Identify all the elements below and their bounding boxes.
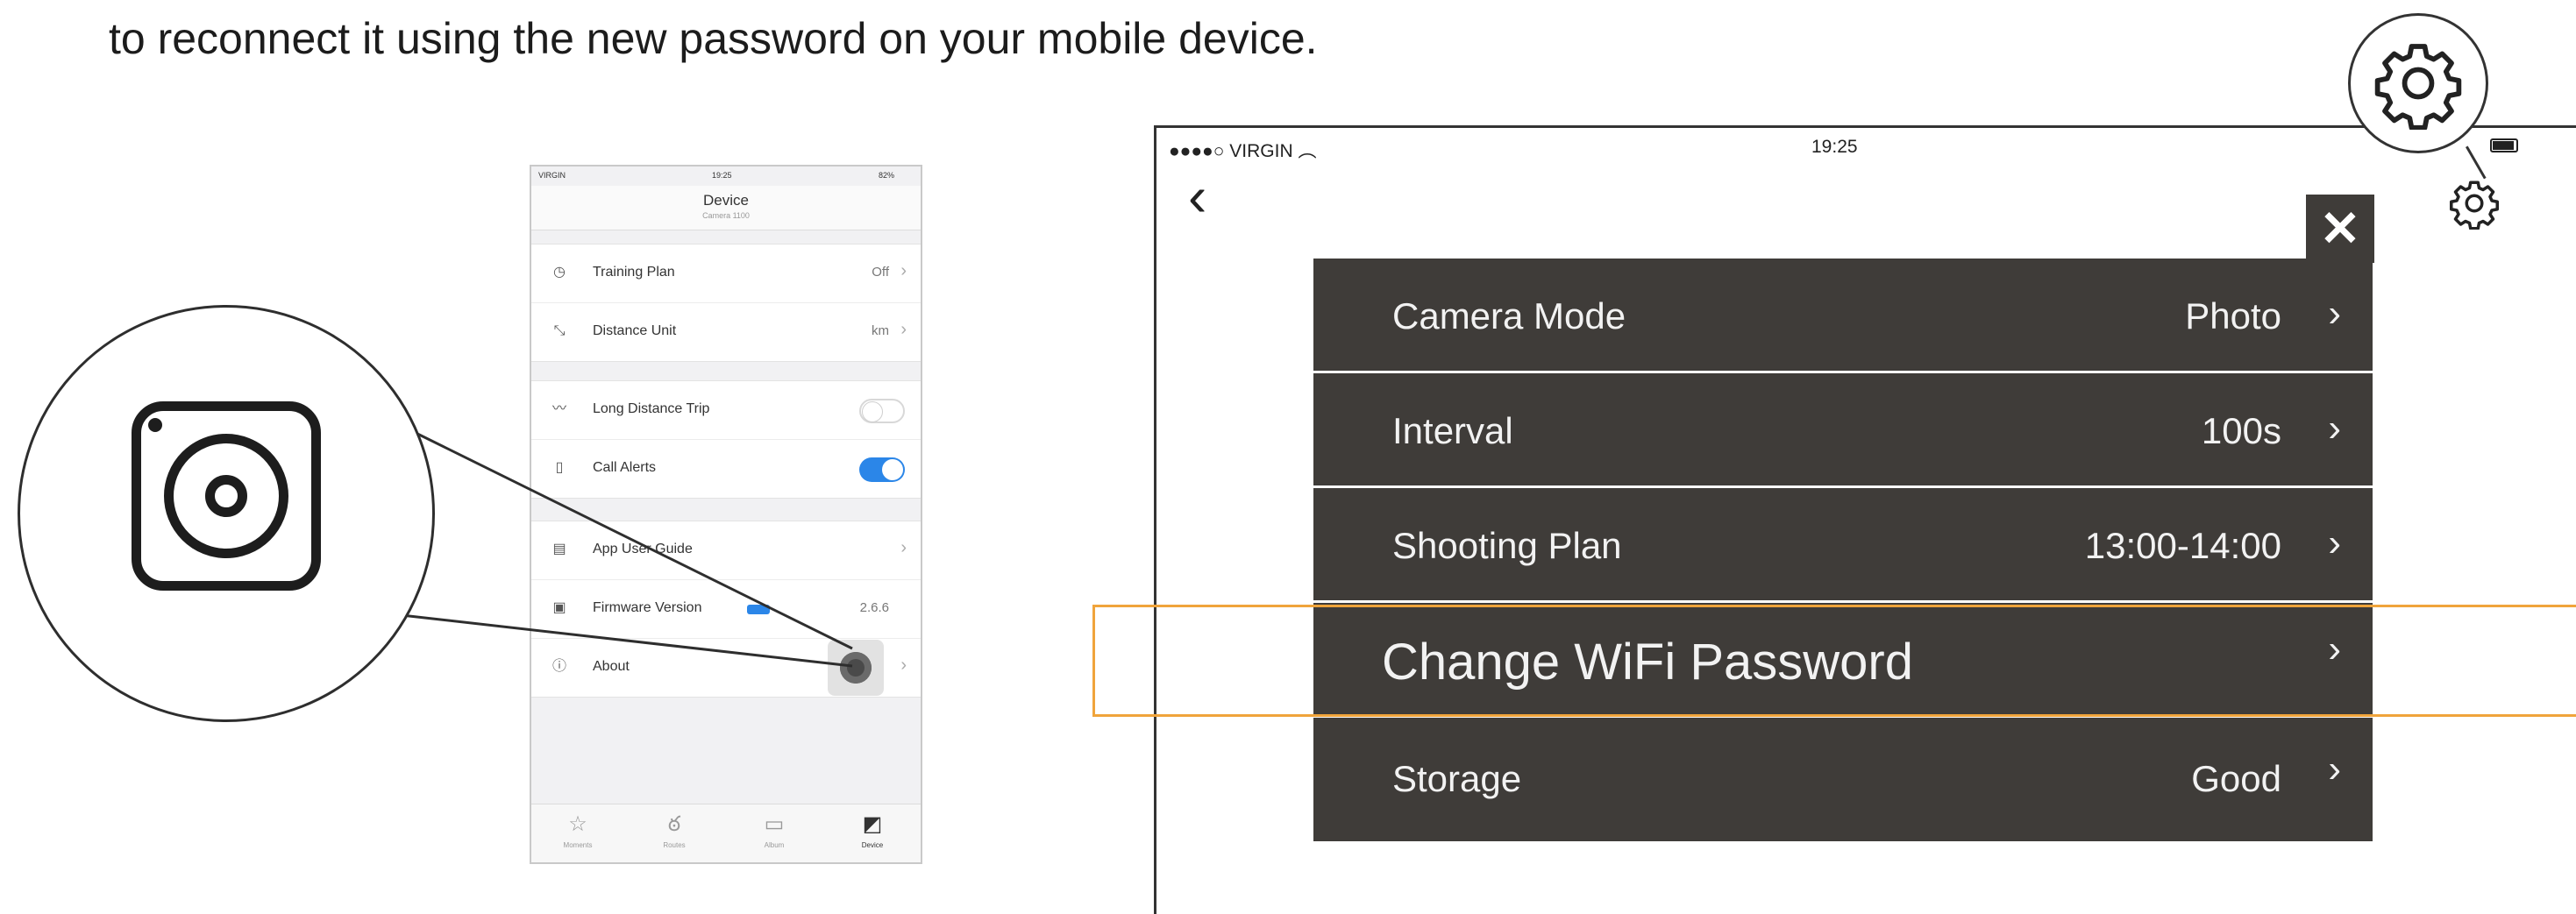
menu-item-storage[interactable]: Storage Good ›	[1313, 718, 2373, 841]
chevron-right-icon: ›	[2328, 407, 2341, 450]
chevron-right-icon: ›	[2328, 747, 2341, 790]
chevron-right-icon: ›	[2328, 627, 2341, 670]
menu-item-label: Storage	[1392, 758, 1522, 799]
menu-item-label: Interval	[1392, 410, 1513, 451]
menu-item-label: Camera Mode	[1392, 295, 1626, 337]
camera-settings-menu: Camera Mode Photo › Interval 100s › Shoo…	[1313, 259, 2373, 841]
menu-item-value: Photo	[2185, 295, 2281, 337]
menu-item-camera-mode[interactable]: Camera Mode Photo ›	[1313, 259, 2373, 373]
chevron-right-icon: ›	[2328, 292, 2341, 335]
status-time: 19:25	[1811, 137, 1858, 157]
camera-app-icon	[132, 401, 321, 591]
camera-dot	[148, 418, 162, 432]
camera-lens-inner	[205, 475, 247, 517]
battery-icon	[2490, 138, 2518, 152]
menu-item-label: Change WiFi Password	[1382, 634, 1913, 691]
carrier-label: ●●●●○ VIRGIN ︵	[1169, 141, 1317, 161]
carrier-name: VIRGIN	[1229, 141, 1293, 161]
menu-item-value: 100s	[2201, 410, 2281, 451]
gear-zoom-callout	[2348, 13, 2488, 153]
status-bar: ●●●●○ VIRGIN ︵ 19:25	[1156, 128, 2576, 163]
camera-lens-outer	[164, 434, 288, 558]
menu-item-value: 13:00-14:00	[2084, 525, 2281, 566]
menu-item-label: Shooting Plan	[1392, 525, 1622, 566]
menu-item-change-wifi-password[interactable]: Change WiFi Password ›	[1313, 603, 2373, 718]
chevron-right-icon: ›	[2328, 521, 2341, 564]
menu-item-value: Good	[2191, 758, 2281, 799]
menu-item-shooting-plan[interactable]: Shooting Plan 13:00-14:00 ›	[1313, 488, 2373, 603]
close-button[interactable]: ✕	[2306, 195, 2374, 263]
back-button[interactable]: ‹	[1188, 168, 1206, 224]
gear-icon	[2374, 44, 2462, 130]
settings-gear-icon[interactable]	[2448, 177, 2501, 230]
menu-item-interval[interactable]: Interval 100s ›	[1313, 373, 2373, 488]
